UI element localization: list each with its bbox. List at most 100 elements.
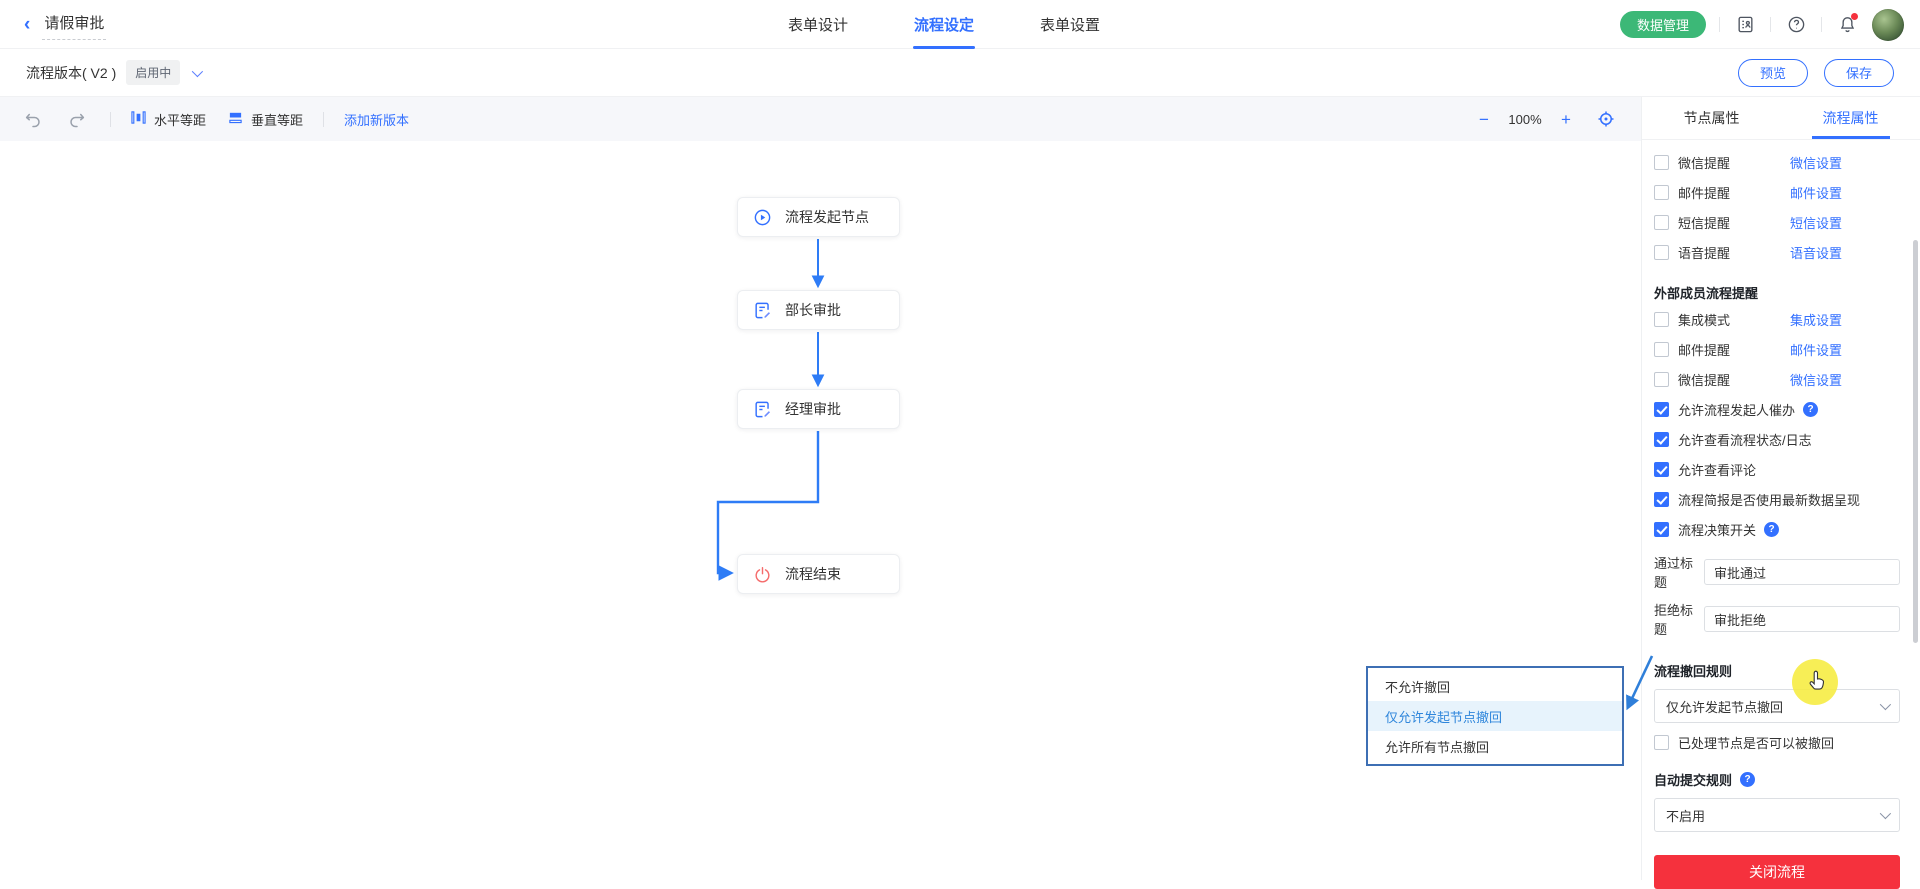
add-version-link[interactable]: 添加新版本 [344,110,409,129]
flow-connectors [0,141,1641,880]
pass-title-row: 通过标题 [1654,553,1900,591]
checkbox-checked[interactable] [1654,462,1669,477]
zoom-in-button[interactable]: + [1551,111,1581,128]
flow-node-start[interactable]: 流程发起节点 [737,197,900,237]
dropdown-option-start-node-only[interactable]: 仅允许发起节点撤回 [1368,701,1622,731]
properties-panel: 节点属性 流程属性 微信提醒 微信设置 邮件提醒 邮件设置 短信提醒 短信设置 … [1641,97,1920,880]
top-bar: ‹ 请假审批 表单设计 流程设定 表单设置 数据管理 [0,0,1920,49]
page-title: 请假审批 [42,9,106,40]
row-integration-mode: 集成模式 集成设置 [1654,304,1900,334]
locate-icon[interactable] [1597,110,1615,128]
reject-title-row: 拒绝标题 [1654,600,1900,638]
version-bar: 流程版本( V2 ) 启用中 预览 保存 [0,49,1920,97]
row-allow-view-comments: 允许查看评论 [1654,454,1900,484]
tab-flow-setting[interactable]: 流程设定 [914,0,974,49]
checkbox-checked[interactable] [1654,432,1669,447]
external-member-section-title: 外部成员流程提醒 [1654,280,1900,304]
chevron-down-icon [1880,808,1891,819]
data-manage-button[interactable]: 数据管理 [1620,11,1706,38]
help-icon[interactable]: ? [1764,522,1779,537]
checkbox[interactable] [1654,735,1669,750]
zoom-out-button[interactable]: − [1469,111,1499,128]
help-icon[interactable]: ? [1803,402,1818,417]
voice-settings-link[interactable]: 语音设置 [1790,243,1842,262]
top-bar-right: 数据管理 [1620,0,1904,49]
checkbox[interactable] [1654,312,1669,327]
tab-node-properties[interactable]: 节点属性 [1642,97,1781,139]
zoom-level: 100% [1499,112,1551,127]
wechat-settings-link[interactable]: 微信设置 [1790,153,1842,172]
row-processed-node-withdraw: 已处理节点是否可以被撤回 [1654,727,1900,757]
withdraw-rule-section-title: 流程撤回规则 [1654,658,1900,682]
row-wechat-reminder: 微信提醒 微信设置 [1654,147,1900,177]
play-circle-icon [753,208,772,227]
notification-dot [1851,13,1858,20]
checkbox[interactable] [1654,245,1669,260]
bell-icon[interactable] [1835,13,1859,37]
divider [1821,17,1822,32]
preview-button[interactable]: 预览 [1738,59,1808,87]
help-icon[interactable]: ? [1740,772,1755,787]
checkbox-checked[interactable] [1654,402,1669,417]
status-badge: 启用中 [126,60,180,85]
row-allow-urge: 允许流程发起人催办 ? [1654,394,1900,424]
reject-title-input[interactable] [1704,606,1900,632]
row-brief-latest-data: 流程简报是否使用最新数据呈现 [1654,484,1900,514]
flow-node-end[interactable]: 流程结束 [737,554,900,594]
dropdown-option-no-withdraw[interactable]: 不允许撤回 [1368,671,1622,701]
email-settings-link[interactable]: 邮件设置 [1790,183,1842,202]
auto-submit-section-title: 自动提交规则 ? [1654,767,1900,791]
doc-edit-icon [753,400,772,419]
back-chevron-icon: ‹ [24,15,30,34]
flow-node-minister-approval[interactable]: 部长审批 [737,290,900,330]
checkbox[interactable] [1654,215,1669,230]
email-settings-link[interactable]: 邮件设置 [1790,340,1842,359]
checkbox[interactable] [1654,342,1669,357]
divider [110,112,111,127]
dropdown-option-all-nodes[interactable]: 允许所有节点撤回 [1368,731,1622,761]
tab-form-settings[interactable]: 表单设置 [1040,0,1100,49]
doc-edit-icon [753,301,772,320]
checkbox-checked[interactable] [1654,522,1669,537]
checkbox[interactable] [1654,185,1669,200]
divider [1770,17,1771,32]
row-decision-switch: 流程决策开关 ? [1654,514,1900,544]
divider [1719,17,1720,32]
tab-form-design[interactable]: 表单设计 [788,0,848,49]
wechat-settings-link[interactable]: 微信设置 [1790,370,1842,389]
close-flow-button[interactable]: 关闭流程 [1654,855,1900,889]
contacts-icon[interactable] [1733,13,1757,37]
checkbox[interactable] [1654,372,1669,387]
tab-flow-properties[interactable]: 流程属性 [1781,97,1920,139]
main-tabs: 表单设计 流程设定 表单设置 [788,0,1100,49]
chevron-down-icon [1880,699,1891,710]
help-icon[interactable] [1784,13,1808,37]
canvas-toolbar: 水平等距 垂直等距 添加新版本 − 100% + [0,97,1641,141]
redo-icon[interactable] [64,106,90,132]
row-voice-reminder: 语音提醒 语音设置 [1654,237,1900,267]
row-ext-email-reminder: 邮件提醒 邮件设置 [1654,334,1900,364]
checkbox[interactable] [1654,155,1669,170]
back-button[interactable]: ‹ 请假审批 [24,9,106,40]
row-ext-wechat-reminder: 微信提醒 微信设置 [1654,364,1900,394]
pass-title-input[interactable] [1704,559,1900,585]
power-icon [753,565,772,584]
avatar[interactable] [1872,9,1904,41]
vertical-spacing-icon [228,110,243,128]
horizontal-spacing-button[interactable]: 水平等距 [131,110,206,129]
withdraw-rule-select[interactable]: 仅允许发起节点撤回 [1654,689,1900,723]
auto-submit-select[interactable]: 不启用 [1654,798,1900,832]
panel-scrollbar[interactable] [1913,240,1918,643]
integration-settings-link[interactable]: 集成设置 [1790,310,1842,329]
panel-tabs: 节点属性 流程属性 [1642,97,1920,140]
vertical-spacing-button[interactable]: 垂直等距 [228,110,303,129]
checkbox-checked[interactable] [1654,492,1669,507]
version-chevron-down-icon[interactable] [192,65,200,80]
undo-icon[interactable] [20,106,46,132]
horizontal-spacing-icon [131,110,146,128]
sms-settings-link[interactable]: 短信设置 [1790,213,1842,232]
flow-canvas[interactable]: 流程发起节点 部长审批 经理审批 流程结束 [0,141,1641,880]
save-button[interactable]: 保存 [1824,59,1894,87]
row-email-reminder: 邮件提醒 邮件设置 [1654,177,1900,207]
flow-node-manager-approval[interactable]: 经理审批 [737,389,900,429]
